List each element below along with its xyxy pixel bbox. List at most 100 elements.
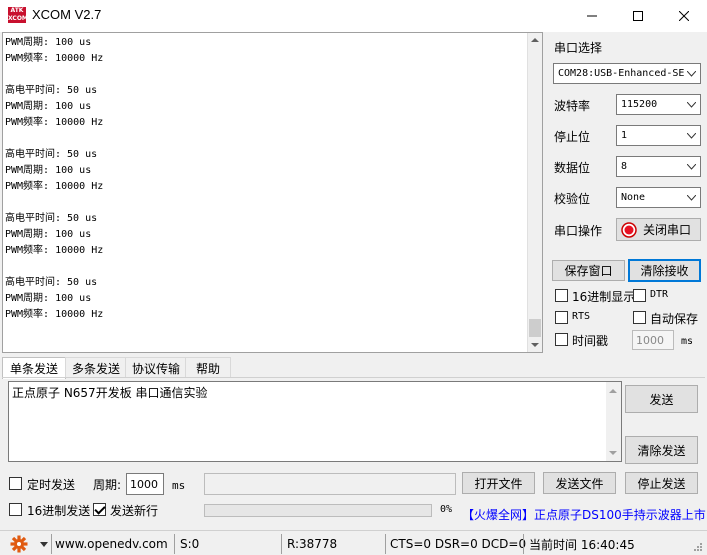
databit-select[interactable]: 8 xyxy=(616,156,701,177)
port-status-icon xyxy=(621,221,637,238)
receive-scroll-thumb[interactable] xyxy=(529,319,541,337)
close-icon xyxy=(679,11,689,21)
hex-display-checkbox[interactable] xyxy=(555,289,568,302)
status-separator xyxy=(523,534,524,554)
tab-divider xyxy=(2,377,705,378)
send-count: S:0 xyxy=(180,537,200,551)
rts-checkbox[interactable] xyxy=(555,311,568,324)
databit-value: 8 xyxy=(621,161,628,172)
tab-protocol[interactable]: 协议传输 xyxy=(125,357,187,378)
line-status: CTS=0 DSR=0 DCD=0 xyxy=(390,537,527,551)
status-separator xyxy=(281,534,282,554)
send-text: 正点原子 N657开发板 串口通信实验 xyxy=(12,386,208,400)
rts-label: RTS xyxy=(572,311,591,322)
receive-area[interactable]: PWM周期: 100 us PWM频率: 10000 Hz 高电平时间: 50 … xyxy=(2,32,543,353)
port-op-label: 串口操作 xyxy=(554,224,603,238)
auto-save-label: 自动保存 xyxy=(650,312,699,326)
status-separator xyxy=(174,534,175,554)
save-window-button[interactable]: 保存窗口 xyxy=(552,260,625,281)
timestamp-unit: ms xyxy=(681,336,694,347)
chevron-down-icon xyxy=(685,129,697,143)
website-link[interactable]: www.openedv.com xyxy=(55,535,168,553)
chevron-down-icon xyxy=(40,541,48,547)
stopbit-value: 1 xyxy=(621,130,628,141)
tab-multi-send[interactable]: 多条发送 xyxy=(65,357,127,378)
stopbit-select[interactable]: 1 xyxy=(616,125,701,146)
scroll-down-icon[interactable] xyxy=(531,342,539,348)
maximize-icon xyxy=(633,11,643,21)
newline-checkbox[interactable] xyxy=(93,503,106,516)
send-progress-bar xyxy=(204,504,432,517)
file-path-input[interactable] xyxy=(204,473,456,495)
stopbit-label: 停止位 xyxy=(554,130,591,144)
scroll-up-icon[interactable] xyxy=(609,388,617,394)
scroll-up-icon[interactable] xyxy=(531,37,539,43)
scroll-down-icon[interactable] xyxy=(609,450,617,456)
baud-label: 波特率 xyxy=(554,99,591,113)
send-tabs: 单条发送 多条发送 协议传输 帮助 xyxy=(2,357,302,379)
minimize-button[interactable] xyxy=(569,0,615,32)
chevron-down-icon xyxy=(685,67,697,81)
dtr-checkbox[interactable] xyxy=(633,289,646,302)
send-input[interactable]: 正点原子 N657开发板 串口通信实验 xyxy=(8,381,622,462)
clear-receive-button[interactable]: 清除接收 xyxy=(628,259,701,282)
chevron-down-icon xyxy=(685,191,697,205)
receive-scrollbar[interactable] xyxy=(527,33,542,352)
progress-percent: 0% xyxy=(440,504,453,515)
status-separator xyxy=(51,534,52,554)
close-port-button[interactable]: 关闭串口 xyxy=(616,218,701,241)
gear-icon xyxy=(10,535,28,553)
port-select[interactable]: COM28:USB-Enhanced-SE xyxy=(553,63,701,84)
close-button[interactable] xyxy=(661,0,707,32)
maximize-button[interactable] xyxy=(615,0,661,32)
tab-help[interactable]: 帮助 xyxy=(185,357,231,378)
ad-link[interactable]: 【火爆全网】正点原子DS100手持示波器上市 xyxy=(462,506,706,523)
close-port-label: 关闭串口 xyxy=(643,223,692,237)
minimize-icon xyxy=(587,15,597,17)
timestamp-checkbox[interactable] xyxy=(555,333,568,346)
stop-send-button[interactable]: 停止发送 xyxy=(625,472,698,494)
tab-single-send[interactable]: 单条发送 xyxy=(2,357,66,379)
chevron-down-icon xyxy=(685,98,697,112)
receive-text: PWM周期: 100 us PWM频率: 10000 Hz 高电平时间: 50 … xyxy=(5,37,104,320)
newline-label: 发送新行 xyxy=(110,504,159,518)
period-label: 周期: xyxy=(93,478,122,492)
status-bar: www.openedv.com S:0 R:38778 CTS=0 DSR=0 … xyxy=(0,530,707,555)
settings-gear-button[interactable] xyxy=(10,535,30,553)
baud-value: 115200 xyxy=(621,99,658,110)
status-separator xyxy=(385,534,386,554)
chevron-down-icon xyxy=(685,160,697,174)
send-button[interactable]: 发送 xyxy=(625,385,698,413)
parity-label: 校验位 xyxy=(554,192,591,206)
send-file-button[interactable]: 发送文件 xyxy=(543,472,616,494)
ad-link-text: 正点原子DS100手持示波器上市 xyxy=(534,508,706,522)
databit-label: 数据位 xyxy=(554,161,591,175)
auto-save-checkbox[interactable] xyxy=(633,311,646,324)
dtr-label: DTR xyxy=(650,289,669,300)
parity-value: None xyxy=(621,192,646,203)
hex-display-label: 16进制显示 xyxy=(572,290,636,304)
resize-grip-icon[interactable] xyxy=(693,542,703,552)
parity-select[interactable]: None xyxy=(616,187,701,208)
receive-count[interactable]: R:38778 xyxy=(287,535,337,553)
timed-send-checkbox[interactable] xyxy=(9,477,22,490)
ad-link-prefix: 【火爆全网】 xyxy=(462,508,535,522)
port-select-value: COM28:USB-Enhanced-SE xyxy=(558,68,685,79)
open-file-button[interactable]: 打开文件 xyxy=(462,472,535,494)
period-input[interactable]: 1000 xyxy=(126,473,164,495)
title-bar: ATK XCOM XCOM V2.7 xyxy=(0,0,707,32)
clear-send-button[interactable]: 清除发送 xyxy=(625,436,698,464)
timed-send-label: 定时发送 xyxy=(27,478,76,492)
hex-send-label: 16进制发送 xyxy=(27,504,91,518)
settings-dropdown[interactable] xyxy=(40,535,48,553)
current-time: 当前时间 16:40:45 xyxy=(529,537,635,552)
hex-send-checkbox[interactable] xyxy=(9,503,22,516)
port-select-label: 串口选择 xyxy=(554,41,603,55)
period-unit: ms xyxy=(172,479,186,492)
baud-select[interactable]: 115200 xyxy=(616,94,701,115)
app-logo-icon: ATK XCOM xyxy=(8,7,28,23)
send-scrollbar[interactable] xyxy=(606,382,621,461)
timestamp-input[interactable]: 1000 xyxy=(632,330,674,350)
window-title: XCOM V2.7 xyxy=(32,7,102,22)
timestamp-label: 时间戳 xyxy=(572,334,609,348)
